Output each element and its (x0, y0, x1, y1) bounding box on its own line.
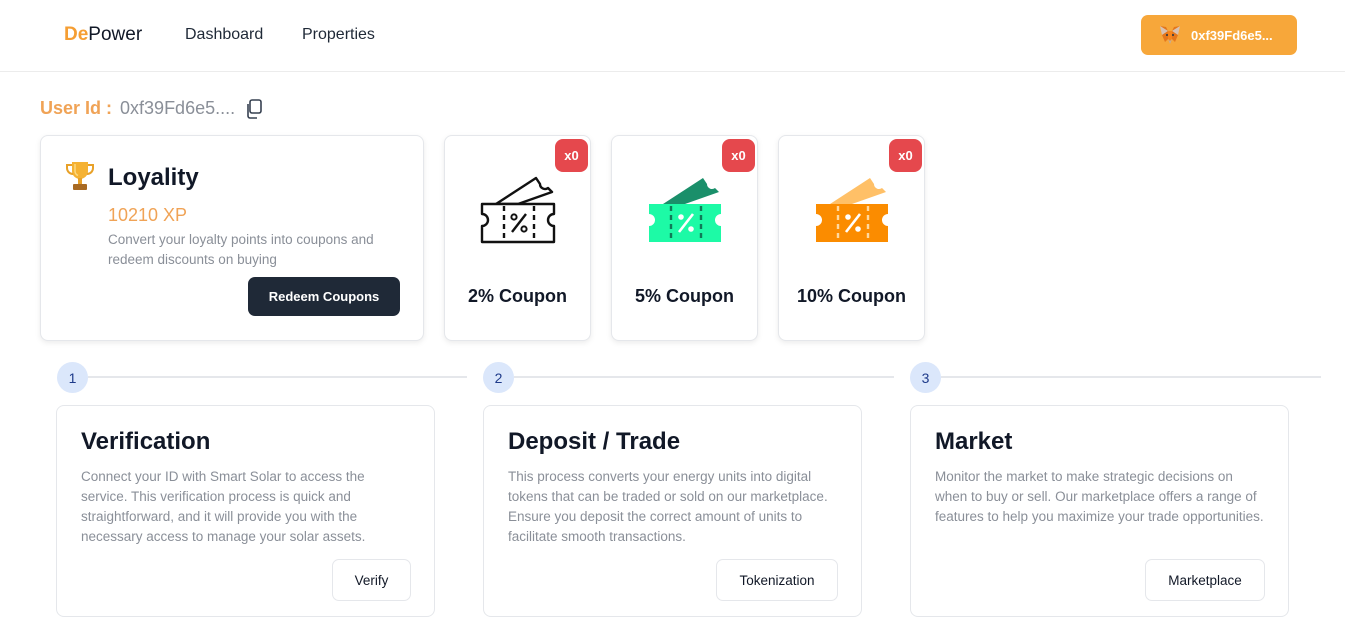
verify-button[interactable]: Verify (332, 559, 411, 601)
coupon-label: 10% Coupon (796, 286, 906, 306)
logo-prefix: De (64, 24, 89, 45)
step-title: Market (935, 428, 1013, 455)
coupon-label: 2% Coupon (468, 286, 567, 306)
trophy-icon (66, 162, 94, 190)
step-description: Connect your ID with Smart Solar to acce… (81, 469, 366, 544)
market-card: Market Monitor the market to make strate… (910, 405, 1289, 617)
app-logo[interactable]: DePower (64, 24, 142, 46)
loyalty-description: Convert your loyalty points into coupons… (108, 232, 374, 267)
step-title: Deposit / Trade (508, 428, 681, 455)
loyalty-title: Loyality (108, 164, 199, 191)
ticket-orange-icon (816, 178, 888, 242)
step-number-2: 2 (483, 362, 514, 393)
user-id-label: User Id : (40, 98, 113, 118)
coupon-count-badge: x0 (555, 139, 588, 172)
ticket-green-icon (649, 178, 721, 242)
step-connector (514, 376, 894, 378)
deposit-trade-card: Deposit / Trade This process converts yo… (483, 405, 862, 617)
step-connector (88, 376, 467, 378)
nav-dashboard[interactable]: Dashboard (185, 26, 263, 44)
step-description: Monitor the market to make strategic dec… (935, 469, 1264, 524)
coupon-card-10[interactable]: x0 10% Coupon (778, 135, 925, 341)
top-navbar: DePower Dashboard Properties 0xf39Fd6e5.… (0, 0, 1345, 72)
coupon-count-badge: x0 (889, 139, 922, 172)
logo-suffix: Power (88, 24, 143, 45)
coupon-card-2[interactable]: x0 2% Coupon (444, 135, 591, 341)
ticket-outline-icon (480, 176, 556, 244)
step-number-1: 1 (57, 362, 88, 393)
loyalty-xp: 10210 XP (108, 205, 188, 225)
copy-icon[interactable] (245, 98, 263, 119)
coupon-card-5[interactable]: x0 5% Coupon (611, 135, 758, 341)
loyalty-card: Loyality 10210 XP Convert your loyalty p… (40, 135, 424, 341)
step-title: Verification (81, 428, 211, 455)
marketplace-button[interactable]: Marketplace (1145, 559, 1265, 601)
user-id-row: User Id : 0xf39Fd6e5.... (40, 98, 263, 119)
step-connector (941, 376, 1321, 378)
metamask-fox-icon (1160, 26, 1180, 44)
verification-card: Verification Connect your ID with Smart … (56, 405, 435, 617)
wallet-address: 0xf39Fd6e5... (1191, 27, 1273, 43)
user-id-value: 0xf39Fd6e5.... (120, 98, 236, 118)
nav-properties[interactable]: Properties (302, 26, 375, 44)
tokenization-button[interactable]: Tokenization (716, 559, 838, 601)
redeem-coupons-button[interactable]: Redeem Coupons (248, 277, 400, 316)
wallet-button[interactable]: 0xf39Fd6e5... (1141, 15, 1297, 55)
coupon-count-badge: x0 (722, 139, 755, 172)
coupon-label: 5% Coupon (635, 286, 734, 306)
step-description: This process converts your energy units … (508, 469, 828, 544)
step-number-3: 3 (910, 362, 941, 393)
